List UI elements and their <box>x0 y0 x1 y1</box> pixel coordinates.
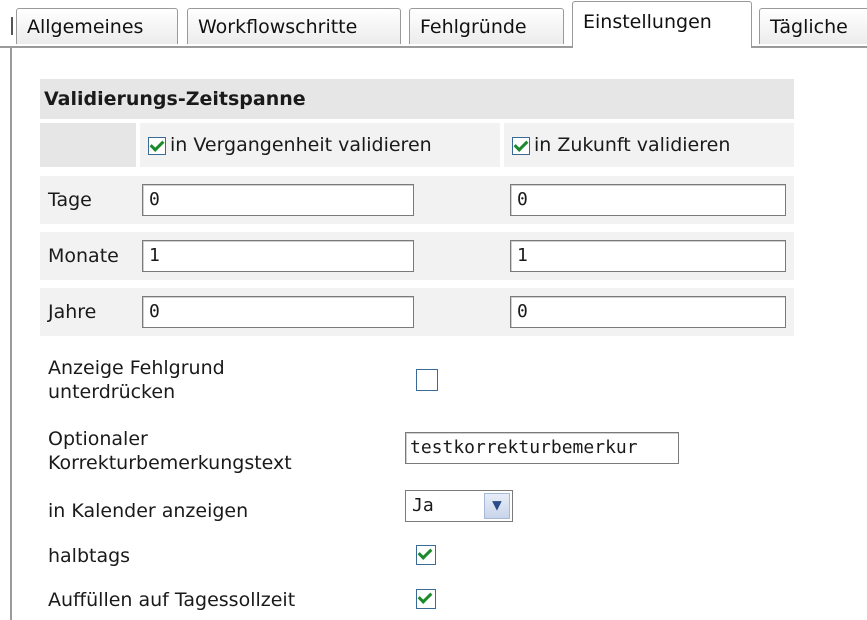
tab-label: Fehlgründe <box>420 16 527 38</box>
tab-workflowschritte[interactable]: Workflowschritte <box>187 8 401 44</box>
monate-future-input[interactable]: 1 <box>510 240 786 272</box>
tab-label: Tägliche <box>770 16 848 38</box>
chevron-down-icon[interactable]: ▼ <box>484 493 510 519</box>
past-validate-header: in Vergangenheit validieren <box>140 123 500 167</box>
past-validate-checkbox[interactable] <box>148 136 166 155</box>
row-label-tage: Tage <box>48 189 92 211</box>
section-title: Validierungs-Zeitspanne <box>40 79 794 119</box>
header-blank-cell <box>40 123 136 167</box>
fill-daily-target-checkbox[interactable] <box>416 589 436 609</box>
halfday-checkbox[interactable] <box>416 545 436 565</box>
future-validate-checkbox[interactable] <box>512 136 530 155</box>
tage-past-input[interactable]: 0 <box>142 184 414 216</box>
fill-daily-target-label: Auffüllen auf Tagessollzeit <box>48 589 296 611</box>
suppress-reason-label-line1: Anzeige Fehlgrund <box>48 357 225 379</box>
suppress-reason-label-line2: unterdrücken <box>48 381 176 403</box>
tab-einstellungen[interactable]: Einstellungen <box>572 1 752 48</box>
tab-fehlgruende[interactable]: Fehlgründe <box>409 8 564 44</box>
monate-past-input[interactable]: 1 <box>142 240 414 272</box>
tab-label: Einstellungen <box>583 11 712 33</box>
remark-label-line1: Optionaler <box>48 428 148 450</box>
row-label-monate: Monate <box>48 245 119 267</box>
remark-label-line2: Korrekturbemerkungstext <box>48 452 292 474</box>
suppress-reason-checkbox[interactable] <box>416 369 438 391</box>
halfday-label: halbtags <box>48 545 131 567</box>
remark-text-input[interactable]: testkorrekturbemerkur <box>405 432 679 464</box>
tage-future-input[interactable]: 0 <box>510 184 786 216</box>
calendar-label: in Kalender anzeigen <box>48 500 249 522</box>
past-validate-label: in Vergangenheit validieren <box>170 134 432 156</box>
calendar-select-value: Ja <box>412 495 434 516</box>
future-validate-header: in Zukunft validieren <box>504 123 794 167</box>
calendar-select[interactable]: Ja ▼ <box>405 490 513 522</box>
tab-label: Allgemeines <box>27 16 144 38</box>
future-validate-label: in Zukunft validieren <box>534 134 731 156</box>
tab-label: Workflowschritte <box>198 16 358 38</box>
tab-edge-mark <box>11 17 13 35</box>
tab-bar: Allgemeines Workflowschritte Fehlgründe … <box>0 0 867 48</box>
jahre-future-input[interactable]: 0 <box>510 296 786 328</box>
tab-taegliche[interactable]: Tägliche <box>759 8 867 44</box>
jahre-past-input[interactable]: 0 <box>142 296 414 328</box>
panel-left-border <box>10 46 12 620</box>
tab-allgemeines[interactable]: Allgemeines <box>11 8 178 44</box>
row-label-jahre: Jahre <box>48 301 97 323</box>
